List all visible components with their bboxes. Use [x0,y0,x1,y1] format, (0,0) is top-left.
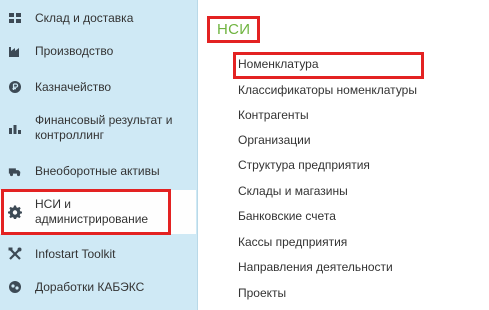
sidebar-item-label: Казначейство [35,79,112,94]
highlight-frame [207,16,260,43]
link-nomenclature-classifiers[interactable]: Классификаторы номенклатуры [238,83,417,98]
sidebar: Склад и доставка Производство Казначейст… [0,0,198,310]
sidebar-item-label: Финансовый результат и контроллинг [35,113,173,142]
sidebar-item-kabeks-improvements[interactable]: Доработки КАБЭКС [0,277,196,297]
sidebar-item-treasury[interactable]: Казначейство [0,77,196,97]
main-panel: НСИ Номенклатура Классификаторы номенкла… [198,0,489,310]
link-activity-directions[interactable]: Направления деятельности [238,260,393,275]
link-counterparties[interactable]: Контрагенты [238,108,309,123]
link-cash-desks[interactable]: Кассы предприятия [238,235,347,250]
highlight-frame [233,52,424,79]
truck-icon [8,164,22,178]
link-bank-accounts[interactable]: Банковские счета [238,209,336,224]
link-organizations[interactable]: Организации [238,133,311,148]
link-projects[interactable]: Проекты [238,286,286,301]
puzzle-icon [8,280,22,294]
sidebar-item-label: Доработки КАБЭКС [35,279,145,294]
tools-icon [8,247,22,261]
app-window: Склад и доставка Производство Казначейст… [0,0,489,310]
factory-icon [8,44,22,58]
sidebar-item-financial-result[interactable]: Финансовый результат и контроллинг [0,110,196,146]
link-enterprise-structure[interactable]: Структура предприятия [238,158,370,173]
link-warehouses-stores[interactable]: Склады и магазины [238,184,348,199]
sidebar-item-production[interactable]: Производство [0,41,196,61]
highlight-frame [1,189,171,235]
sidebar-item-label: Внеоборотные активы [35,163,160,178]
sidebar-item-fixed-assets[interactable]: Внеоборотные активы [0,161,196,181]
sidebar-item-label: Производство [35,43,114,58]
sidebar-item-label: Infostart Toolkit [35,246,116,261]
sidebar-item-warehouse-delivery[interactable]: Склад и доставка [0,8,196,28]
sidebar-item-label: Склад и доставка [35,10,134,25]
bar-chart-icon [8,121,22,135]
coin-icon [8,80,22,94]
warehouse-icon [8,11,22,25]
sidebar-item-infostart-toolkit[interactable]: Infostart Toolkit [0,244,196,264]
